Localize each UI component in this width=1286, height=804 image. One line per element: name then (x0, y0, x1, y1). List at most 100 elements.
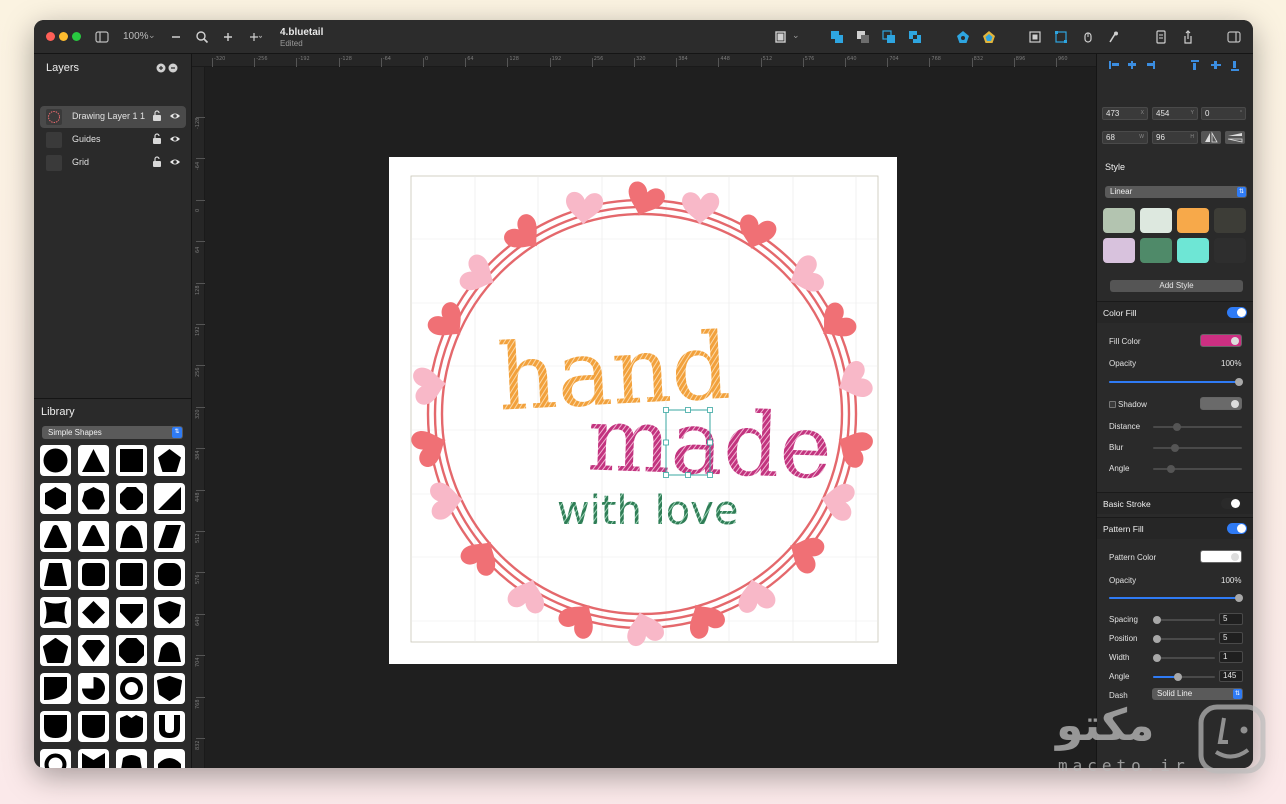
artboard[interactable]: hand made with love (389, 157, 897, 664)
shape-pocket[interactable] (40, 711, 71, 742)
color-fill-toggle[interactable] (1227, 307, 1247, 318)
library-category-select[interactable]: Simple Shapes ⇅ (42, 426, 183, 439)
shape-ring[interactable] (116, 673, 147, 704)
shape-rounded-octagon[interactable] (116, 635, 147, 666)
basic-stroke-toggle[interactable] (1221, 498, 1241, 509)
pattern-angle-input[interactable]: 145 (1219, 670, 1243, 682)
share-icon[interactable] (1181, 30, 1195, 44)
chevron-down-icon[interactable]: ⌄ (792, 30, 800, 41)
minimize-window-button[interactable] (59, 32, 68, 41)
layer-row-grid[interactable]: Grid (40, 152, 186, 174)
magnifier-icon[interactable] (195, 30, 209, 44)
slider-knob[interactable] (1153, 616, 1161, 624)
dash-select[interactable]: Solid Line ⇅ (1152, 688, 1243, 700)
align-icons[interactable] (1107, 58, 1247, 72)
slider-knob[interactable] (1171, 444, 1179, 452)
shape-hexagon[interactable] (40, 483, 71, 514)
canvas[interactable]: hand made with love (205, 67, 1096, 768)
shape-u[interactable] (154, 711, 185, 742)
polygon-icon[interactable] (982, 30, 996, 44)
hand-tool-icon[interactable] (1081, 30, 1095, 44)
shape-pie[interactable] (78, 673, 109, 704)
shape-shield[interactable] (154, 597, 185, 628)
style-swatch[interactable] (1214, 208, 1246, 233)
shape-bell[interactable] (116, 521, 147, 552)
add-style-button[interactable]: Add Style (1110, 280, 1243, 292)
union-icon[interactable] (830, 30, 844, 44)
angle-slider[interactable] (1153, 465, 1242, 473)
shape-circle[interactable] (40, 445, 71, 476)
color-fill-header[interactable]: Color Fill (1097, 301, 1253, 323)
style-swatch[interactable] (1214, 238, 1246, 263)
unlock-icon[interactable] (152, 110, 162, 122)
shape-tab[interactable] (116, 749, 147, 768)
position-y-field[interactable]: 454 Y (1152, 107, 1198, 120)
shape-right-triangle[interactable] (154, 483, 185, 514)
inspector-toggle-icon[interactable] (1227, 30, 1241, 44)
shape-heart-diamond[interactable] (78, 635, 109, 666)
slider-knob[interactable] (1153, 635, 1161, 643)
zoom-out-icon[interactable] (169, 30, 183, 44)
shape-soft-triangle[interactable] (78, 521, 109, 552)
slider-knob[interactable] (1235, 594, 1243, 602)
shape-diamond[interactable] (78, 597, 109, 628)
shape-rounded-square[interactable] (78, 559, 109, 590)
intersect-icon[interactable] (882, 30, 896, 44)
unlock-icon[interactable] (152, 133, 162, 145)
ruler-vertical[interactable]: -128 -64 0 64 128 192 256 320 384 448 512 576 640 704… (192, 67, 205, 768)
shape-ring-partial[interactable] (40, 749, 71, 768)
chevron-down-icon[interactable]: ⌄ (148, 30, 156, 41)
style-swatch[interactable] (1177, 208, 1209, 233)
ruler-horizontal[interactable]: -320 -256 -192 -128 -64 0 64 128 192 256 320 384 448… (192, 54, 1115, 67)
export-document-icon[interactable] (1154, 30, 1168, 44)
eye-icon[interactable] (169, 157, 181, 167)
opacity-slider[interactable] (1109, 378, 1243, 386)
shape-square-small-radius[interactable] (116, 559, 147, 590)
shape-octagon[interactable] (116, 483, 147, 514)
shape-square[interactable] (116, 445, 147, 476)
style-swatch[interactable] (1103, 208, 1135, 233)
shape-u-shield[interactable] (78, 711, 109, 742)
slider-knob[interactable] (1153, 654, 1161, 662)
eye-icon[interactable] (169, 134, 181, 144)
height-field[interactable]: 96 H (1152, 131, 1198, 144)
basic-stroke-header[interactable]: Basic Stroke (1097, 492, 1253, 514)
slider-knob[interactable] (1173, 423, 1181, 431)
shape-triangle[interactable] (78, 445, 109, 476)
subtract-icon[interactable] (856, 30, 870, 44)
position-input[interactable]: 5 (1219, 632, 1243, 644)
pen-node-icon[interactable] (956, 30, 970, 44)
shape-arch[interactable] (154, 749, 185, 768)
shape-gem[interactable] (116, 597, 147, 628)
slider-knob[interactable] (1235, 378, 1243, 386)
layer-row-drawing[interactable]: Drawing Layer 1 1 (40, 106, 186, 128)
shape-squircle[interactable] (154, 559, 185, 590)
transform-icon[interactable] (1054, 30, 1068, 44)
shape-heptagon[interactable] (78, 483, 109, 514)
width-input[interactable]: 1 (1219, 651, 1243, 663)
style-swatch[interactable] (1177, 238, 1209, 263)
color-picker-icon[interactable] (1106, 30, 1120, 44)
rotation-field[interactable]: 0 ° (1201, 107, 1246, 120)
eye-icon[interactable] (169, 111, 181, 121)
distance-slider[interactable] (1153, 423, 1242, 431)
shape-rounded-triangle[interactable] (40, 521, 71, 552)
shape-dome[interactable] (154, 635, 185, 666)
artwork[interactable]: hand made with love (389, 157, 897, 664)
maximize-window-button[interactable] (72, 32, 81, 41)
slider-knob[interactable] (1167, 465, 1175, 473)
style-swatch[interactable] (1140, 208, 1172, 233)
position-x-field[interactable]: 473 X (1102, 107, 1148, 120)
slider-knob[interactable] (1174, 673, 1182, 681)
shape-bowtie[interactable] (78, 749, 109, 768)
shape-pentagon[interactable] (154, 445, 185, 476)
spacing-input[interactable]: 5 (1219, 613, 1243, 625)
zoom-level[interactable]: 100% (123, 31, 149, 42)
layer-add-remove-icons[interactable] (156, 63, 178, 73)
frame-icon[interactable] (774, 30, 788, 44)
shape-badge[interactable] (154, 673, 185, 704)
shadow-checkbox[interactable] (1109, 401, 1116, 408)
fit-selection-icon[interactable] (1028, 30, 1042, 44)
sidebar-toggle-icon[interactable] (95, 30, 109, 44)
flip-vertical-icon[interactable] (1225, 131, 1245, 144)
